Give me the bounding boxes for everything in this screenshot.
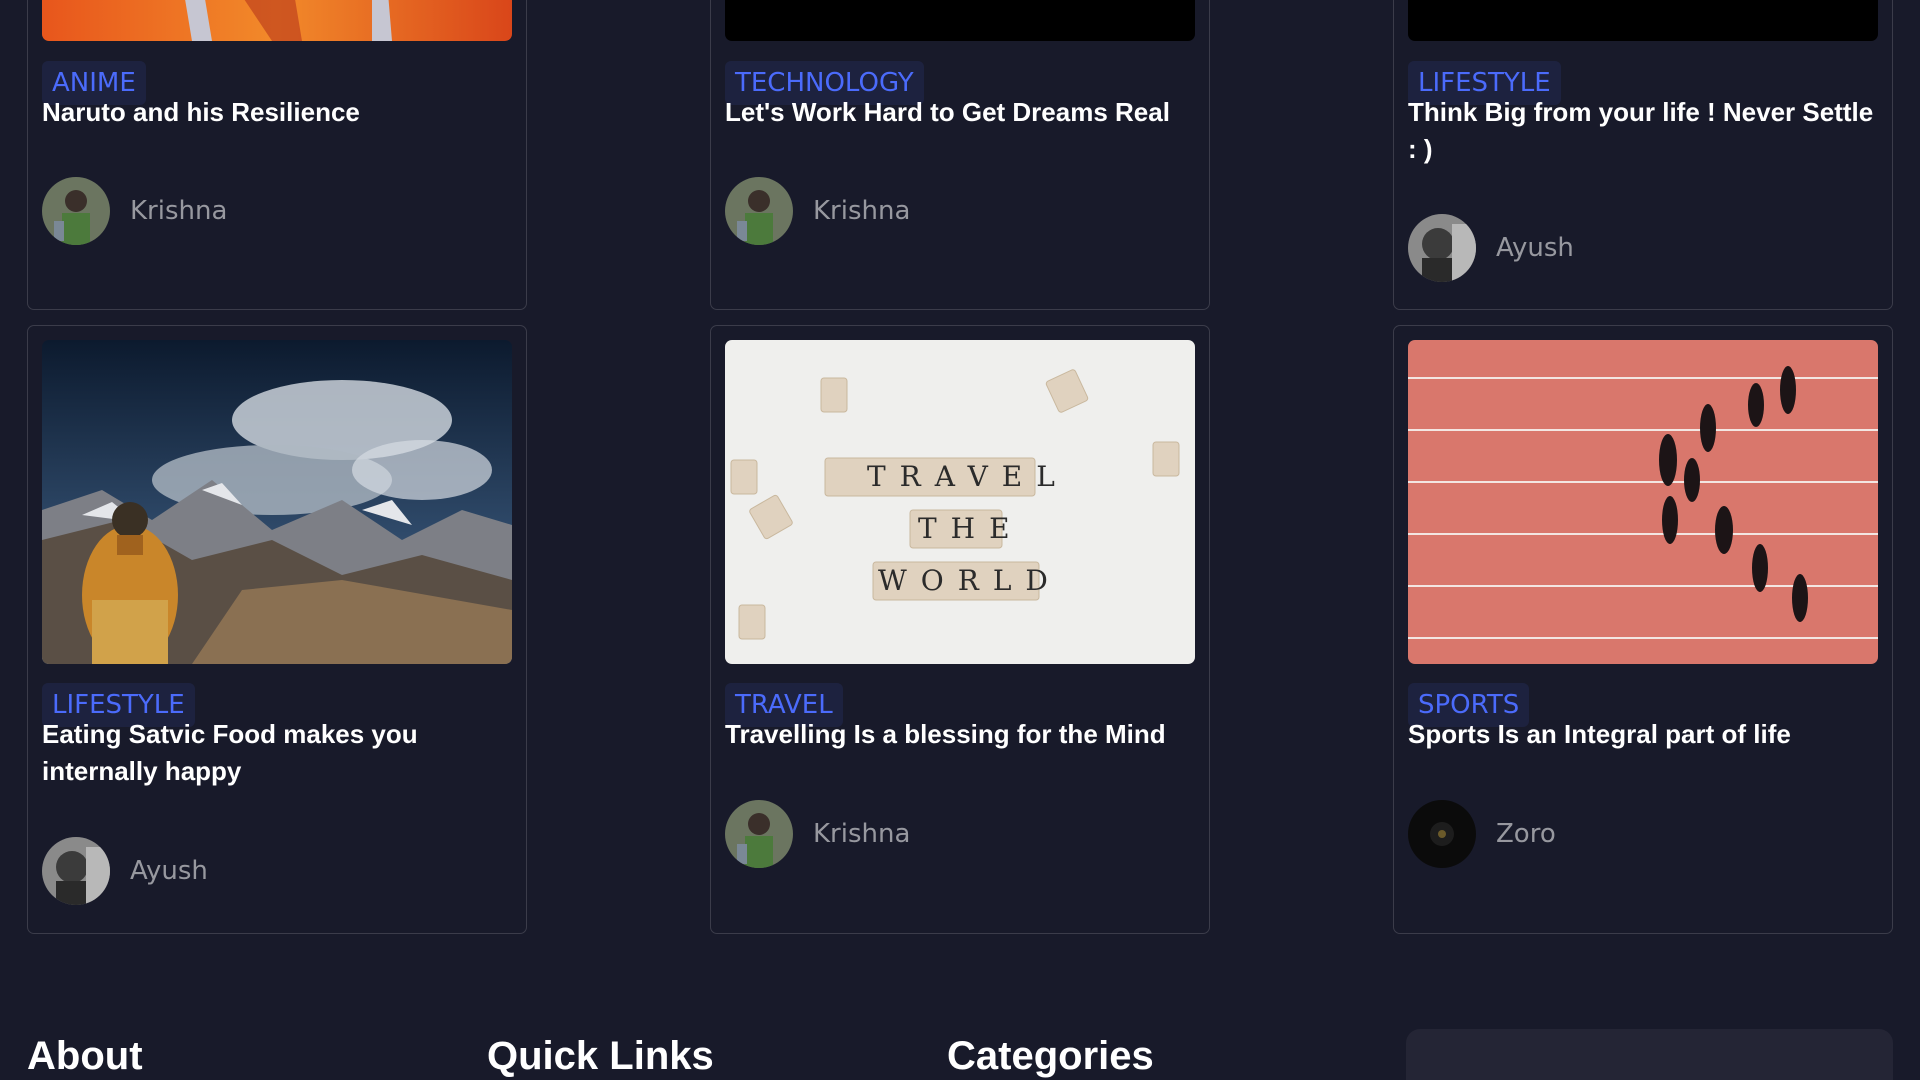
author-avatar [1408,800,1476,868]
author-name: Krishna [813,819,911,849]
image-text-world: WORLD [878,564,1062,597]
author-row[interactable]: Krishna [42,177,227,245]
footer-categories-heading: Categories [947,1034,1154,1078]
post-image[interactable] [725,0,1195,41]
image-text-travel: TRAVEL [867,460,1069,493]
author-avatar [42,177,110,245]
author-row[interactable]: Ayush [1408,214,1574,282]
post-title[interactable]: Travelling Is a blessing for the Mind [725,716,1195,753]
post-image[interactable] [1408,340,1878,664]
author-name: Ayush [130,856,208,886]
post-title[interactable]: Eating Satvic Food makes you internally … [42,716,512,790]
post-title[interactable]: Sports Is an Integral part of life [1408,716,1878,753]
author-name: Krishna [813,196,911,226]
author-row[interactable]: Ayush [42,837,208,905]
footer-about-heading: About [27,1034,143,1078]
post-image[interactable]: TRAVEL THE WORLD [725,340,1195,664]
author-name: Ayush [1496,233,1574,263]
author-row[interactable]: Krishna [725,800,910,868]
newsletter-box [1406,1029,1893,1080]
author-avatar [725,177,793,245]
author-name: Zoro [1496,819,1556,849]
post-image[interactable] [42,340,512,664]
post-title[interactable]: Think Big from your life ! Never Settle … [1408,94,1878,168]
post-card[interactable]: ANIME Naruto and his Resilience Krishna [27,0,527,310]
footer-quick-links-heading: Quick Links [487,1034,714,1078]
author-avatar [725,800,793,868]
post-title[interactable]: Let's Work Hard to Get Dreams Real [725,94,1195,131]
author-avatar [1408,214,1476,282]
post-image[interactable] [1408,0,1878,41]
author-row[interactable]: Krishna [725,177,910,245]
image-text-the: THE [918,512,1024,545]
post-card[interactable]: TRAVEL THE WORLD TRAVEL Travelling Is a … [710,325,1210,934]
post-card[interactable]: LIFESTYLE Think Big from your life ! Nev… [1393,0,1893,310]
post-title[interactable]: Naruto and his Resilience [42,94,512,131]
post-card[interactable]: TECHNOLOGY Let's Work Hard to Get Dreams… [710,0,1210,310]
author-name: Krishna [130,196,228,226]
author-avatar [42,837,110,905]
author-row[interactable]: Zoro [1408,800,1556,868]
post-image[interactable] [42,0,512,41]
post-card[interactable]: SPORTS Sports Is an Integral part of lif… [1393,325,1893,934]
post-card[interactable]: LIFESTYLE Eating Satvic Food makes you i… [27,325,527,934]
